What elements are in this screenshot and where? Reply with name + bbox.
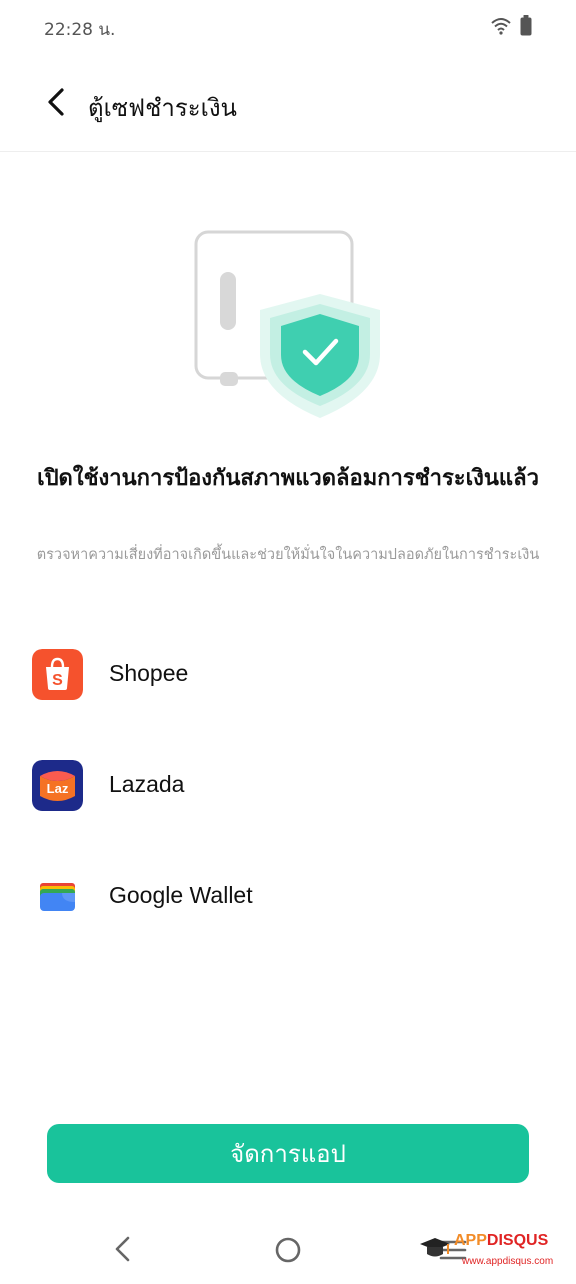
google-wallet-icon [32, 871, 83, 922]
wifi-icon [491, 18, 511, 35]
nav-home-icon[interactable] [274, 1236, 302, 1264]
lazada-icon-text: Laz [47, 781, 69, 796]
screen: 22:28 น. ตู้เซฟชำระเงิน เปิดใช้งานการป้อ… [0, 0, 576, 1284]
protection-heading: เปิดใช้งานการป้องกันสภาพแวดล้อมการชำระเง… [37, 466, 539, 491]
battery-icon [520, 15, 532, 36]
app-name: Lazada [109, 771, 185, 797]
chevron-left-icon [48, 88, 64, 116]
shopee-icon: S [32, 649, 83, 700]
status-bar: 22:28 น. [0, 0, 576, 52]
nav-back-icon[interactable] [108, 1234, 138, 1264]
protection-description: ตรวจหาความเสี่ยงที่อาจเกิดขึ้นและช่วยให้… [36, 547, 540, 563]
back-button[interactable] [36, 82, 76, 122]
lazada-icon: Laz [32, 760, 83, 811]
svg-text:S: S [52, 672, 63, 689]
status-time: 22:28 น. [44, 20, 116, 40]
app-row-shopee: S Shopee [0, 620, 576, 730]
page-title: ตู้เซฟชำระเงิน [88, 94, 237, 122]
manage-apps-button[interactable]: จัดการแอป [47, 1124, 529, 1183]
graduation-cap-icon [420, 1238, 450, 1257]
header: ตู้เซฟชำระเงิน [0, 62, 576, 152]
app-name: Shopee [109, 660, 189, 686]
safe-shield-illustration [194, 230, 380, 418]
app-row-google-wallet: Google Wallet [0, 842, 576, 952]
watermark-logo: APPDISQUS [454, 1232, 549, 1249]
watermark: APPDISQUS www.appdisqus.com [418, 1232, 568, 1276]
app-row-lazada: Laz Lazada [0, 731, 576, 841]
watermark-url: www.appdisqus.com [462, 1256, 554, 1267]
app-name: Google Wallet [109, 882, 253, 908]
